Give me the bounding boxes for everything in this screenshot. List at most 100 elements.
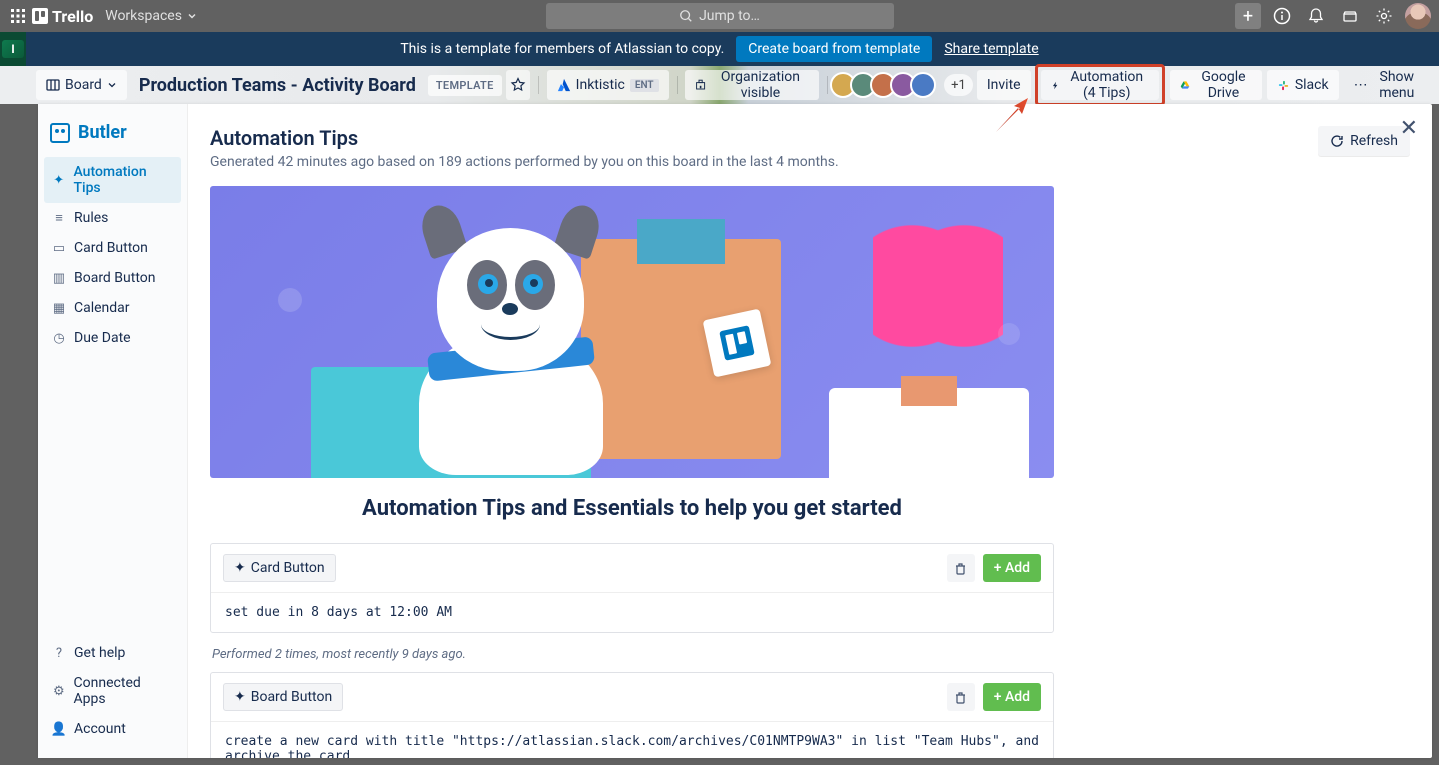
refresh-label: Refresh [1350,133,1398,149]
google-drive-button[interactable]: Google Drive [1170,70,1262,100]
template-banner: This is a template for members of Atlass… [0,32,1439,66]
invite-button[interactable]: Invite [977,70,1031,100]
butler-title-text: Butler [78,122,127,143]
show-menu-label: Show menu [1373,69,1421,101]
board-view-label: Board [65,77,102,93]
refresh-icon [1330,134,1344,148]
visibility-label: Organization visible [712,69,810,101]
sidebar-item-label: Card Button [74,240,148,256]
content-header: Automation Tips Generated 42 minutes ago… [210,126,1410,170]
separator [538,76,539,94]
create-button[interactable]: + [1235,3,1261,29]
board-icon [46,78,60,92]
butler-sidebar: Butler ✦ Automation Tips ≡ Rules ▭ Card … [38,104,188,758]
slack-label: Slack [1295,77,1329,93]
star-button[interactable] [506,70,530,100]
tip-card: ✦ Board Button + Add create a new card w… [210,672,1054,758]
tip-footer: Performed 2 times, most recently 9 days … [210,645,1410,672]
sidebar-item-card-button[interactable]: ▭ Card Button [44,233,181,263]
sidebar-item-account[interactable]: 👤 Account [44,714,181,744]
sidebar-item-label: Automation Tips [73,164,173,196]
banner-text: This is a template for members of Atlass… [400,41,724,57]
tip-code: create a new card with title "https://at… [211,722,1053,758]
sidebar-item-label: Connected Apps [74,675,173,707]
gear-icon: ⚙ [52,684,66,698]
sidebar-item-label: Board Button [74,270,155,286]
tip-type-badge[interactable]: ✦ Card Button [223,554,336,582]
apps-switcher-icon[interactable] [8,6,28,26]
tip-header: ✦ Card Button + Add [211,544,1053,593]
sidebar-bottom: ? Get help ⚙ Connected Apps 👤 Account [44,638,181,744]
boardbar-right: Automation (4 Tips) Google Drive Slack ⋯… [1035,64,1431,106]
add-tip-button[interactable]: + Add [983,683,1041,711]
butler-panel: Butler ✦ Automation Tips ≡ Rules ▭ Card … [38,104,1432,758]
sidebar-item-due-date[interactable]: ◷ Due Date [44,323,181,353]
refresh-button[interactable]: Refresh [1318,126,1410,156]
org-plan-badge: ENT [630,79,659,92]
extra-members-count[interactable]: +1 [944,74,973,96]
star-icon [510,77,526,93]
search-input[interactable]: Jump to… [546,3,894,29]
butler-content: ✕ Automation Tips Generated 42 minutes a… [188,104,1432,758]
automation-highlight: Automation (4 Tips) [1035,64,1165,106]
template-badge: TEMPLATE [428,75,502,96]
trash-icon [954,562,967,575]
butler-title: Butler [44,118,181,157]
sidebar-item-calendar[interactable]: ▦ Calendar [44,293,181,323]
tip-code: set due in 8 days at 12:00 AM [211,593,1053,632]
slack-button[interactable]: Slack [1267,70,1339,100]
user-avatar[interactable] [1405,3,1431,29]
org-button[interactable]: Inktistic ENT [547,70,669,100]
search-placeholder: Jump to… [699,8,760,24]
clock-icon: ◷ [52,331,66,345]
person-icon: 👤 [52,722,66,736]
sidebar-item-board-button[interactable]: ▥ Board Button [44,263,181,293]
workspaces-dropdown[interactable]: Workspaces [97,8,206,24]
bolt-icon [1051,79,1060,92]
topbar-right: + [1235,3,1431,29]
rules-icon: ≡ [52,211,66,225]
workspace-badge[interactable]: I [2,40,24,58]
settings-icon[interactable] [1371,3,1397,29]
info-icon[interactable] [1269,3,1295,29]
boards-icon[interactable] [1337,3,1363,29]
board-title[interactable]: Production Teams - Activity Board [131,75,424,96]
atlassian-icon [557,78,571,92]
visibility-button[interactable]: Organization visible [685,70,819,100]
hero-illustration [210,186,1054,478]
notifications-icon[interactable] [1303,3,1329,29]
show-menu-button[interactable]: ⋯ Show menu [1344,70,1431,100]
trello-logo[interactable]: Trello [32,7,93,26]
bow-pink [873,201,1003,371]
member-avatars[interactable] [836,72,936,98]
sidebar-item-label: Due Date [74,330,131,346]
share-template-link[interactable]: Share template [944,41,1038,57]
sidebar-item-rules[interactable]: ≡ Rules [44,203,181,233]
tip-type-label: Card Button [251,560,325,576]
add-tip-button[interactable]: + Add [983,554,1041,582]
sidebar-item-get-help[interactable]: ? Get help [44,638,181,668]
sidebar-item-label: Calendar [74,300,130,316]
intro-heading: Automation Tips and Essentials to help y… [210,496,1054,521]
create-board-button[interactable]: Create board from template [736,36,932,62]
delete-tip-button[interactable] [947,683,975,711]
sidebar-item-connected-apps[interactable]: ⚙ Connected Apps [44,668,181,714]
board-view-dropdown[interactable]: Board [36,70,127,100]
topbar-left: Trello Workspaces [8,6,206,26]
automation-button[interactable]: Automation (4 Tips) [1041,70,1159,100]
workspaces-label: Workspaces [105,8,182,24]
tip-type-badge[interactable]: ✦ Board Button [223,683,343,711]
ellipsis-icon: ⋯ [1354,77,1368,93]
sidebar-item-automation-tips[interactable]: ✦ Automation Tips [44,157,181,203]
org-visible-icon [695,78,706,92]
member-avatar[interactable] [910,72,936,98]
page-title: Automation Tips [210,126,839,150]
tip-header: ✦ Board Button + Add [211,673,1053,722]
delete-tip-button[interactable] [947,554,975,582]
board-bar: Board Production Teams - Activity Board … [0,66,1439,104]
husky-mascot [396,215,626,475]
trello-card-icon [703,309,772,378]
tip-card: ✦ Card Button + Add set due in 8 days at… [210,543,1054,633]
board-icon: ▥ [52,271,66,285]
close-button[interactable]: ✕ [1400,116,1418,141]
